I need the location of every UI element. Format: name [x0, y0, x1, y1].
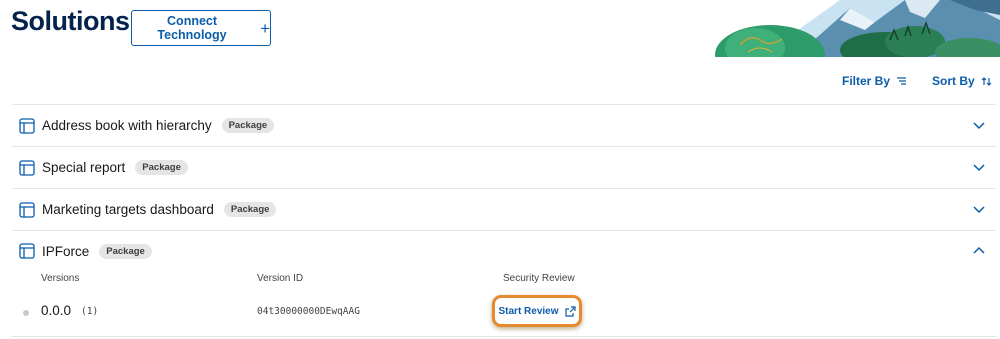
solution-row-header: IPForce Package	[19, 231, 152, 271]
package-badge: Package	[223, 202, 277, 217]
filter-icon	[897, 77, 907, 85]
package-icon	[19, 201, 35, 218]
solutions-list: Address book with hierarchy Package Spec…	[12, 104, 996, 337]
version-status-dot	[23, 310, 29, 316]
package-badge: Package	[135, 160, 188, 175]
sort-by-label: Sort By	[932, 74, 975, 88]
page-header: Solutions Connect Technology +	[0, 0, 1000, 57]
solution-title: IPForce	[42, 243, 90, 259]
header-illustration	[700, 0, 1000, 57]
connect-technology-button[interactable]: Connect Technology +	[131, 10, 271, 46]
versions-table: Versions Version ID Security Review 0.0.…	[12, 271, 996, 337]
solution-row[interactable]: Marketing targets dashboard Package	[12, 188, 996, 230]
solution-row[interactable]: Address book with hierarchy Package	[12, 104, 996, 146]
security-review-column-header: Security Review	[503, 273, 575, 284]
package-icon	[19, 243, 35, 259]
chevron-down-icon[interactable]	[972, 118, 986, 132]
version-id-column-header: Version ID	[257, 273, 304, 284]
sort-icon	[981, 76, 992, 86]
version-id: 04t30000000DEwqAAG	[257, 306, 360, 317]
package-icon	[19, 159, 35, 176]
chevron-down-icon[interactable]	[972, 202, 986, 216]
start-review-button[interactable]: Start Review	[492, 295, 582, 327]
filter-by-button[interactable]: Filter By	[842, 74, 907, 88]
solution-title: Address book with hierarchy	[42, 118, 212, 133]
sort-by-button[interactable]: Sort By	[932, 74, 992, 88]
plus-icon: +	[260, 18, 270, 38]
version-count: (1)	[81, 306, 99, 317]
package-badge: Package	[221, 118, 275, 133]
solution-row[interactable]: Special report Package	[12, 146, 996, 188]
page-title: Solutions	[11, 6, 130, 36]
solution-title: Special report	[42, 160, 126, 175]
external-link-icon	[564, 305, 576, 317]
version-number: 0.0.0	[41, 303, 72, 318]
chevron-up-icon[interactable]	[972, 244, 986, 258]
versions-column-header: Versions	[41, 273, 80, 284]
solution-row-expanded[interactable]: IPForce Package Versions Version ID Secu…	[12, 230, 996, 337]
start-review-label: Start Review	[498, 305, 559, 317]
filter-by-label: Filter By	[842, 74, 891, 88]
package-badge: Package	[99, 243, 152, 259]
chevron-down-icon[interactable]	[972, 160, 986, 174]
package-icon	[19, 117, 35, 134]
connect-technology-label: Connect Technology	[157, 14, 227, 42]
solution-title: Marketing targets dashboard	[42, 202, 214, 217]
